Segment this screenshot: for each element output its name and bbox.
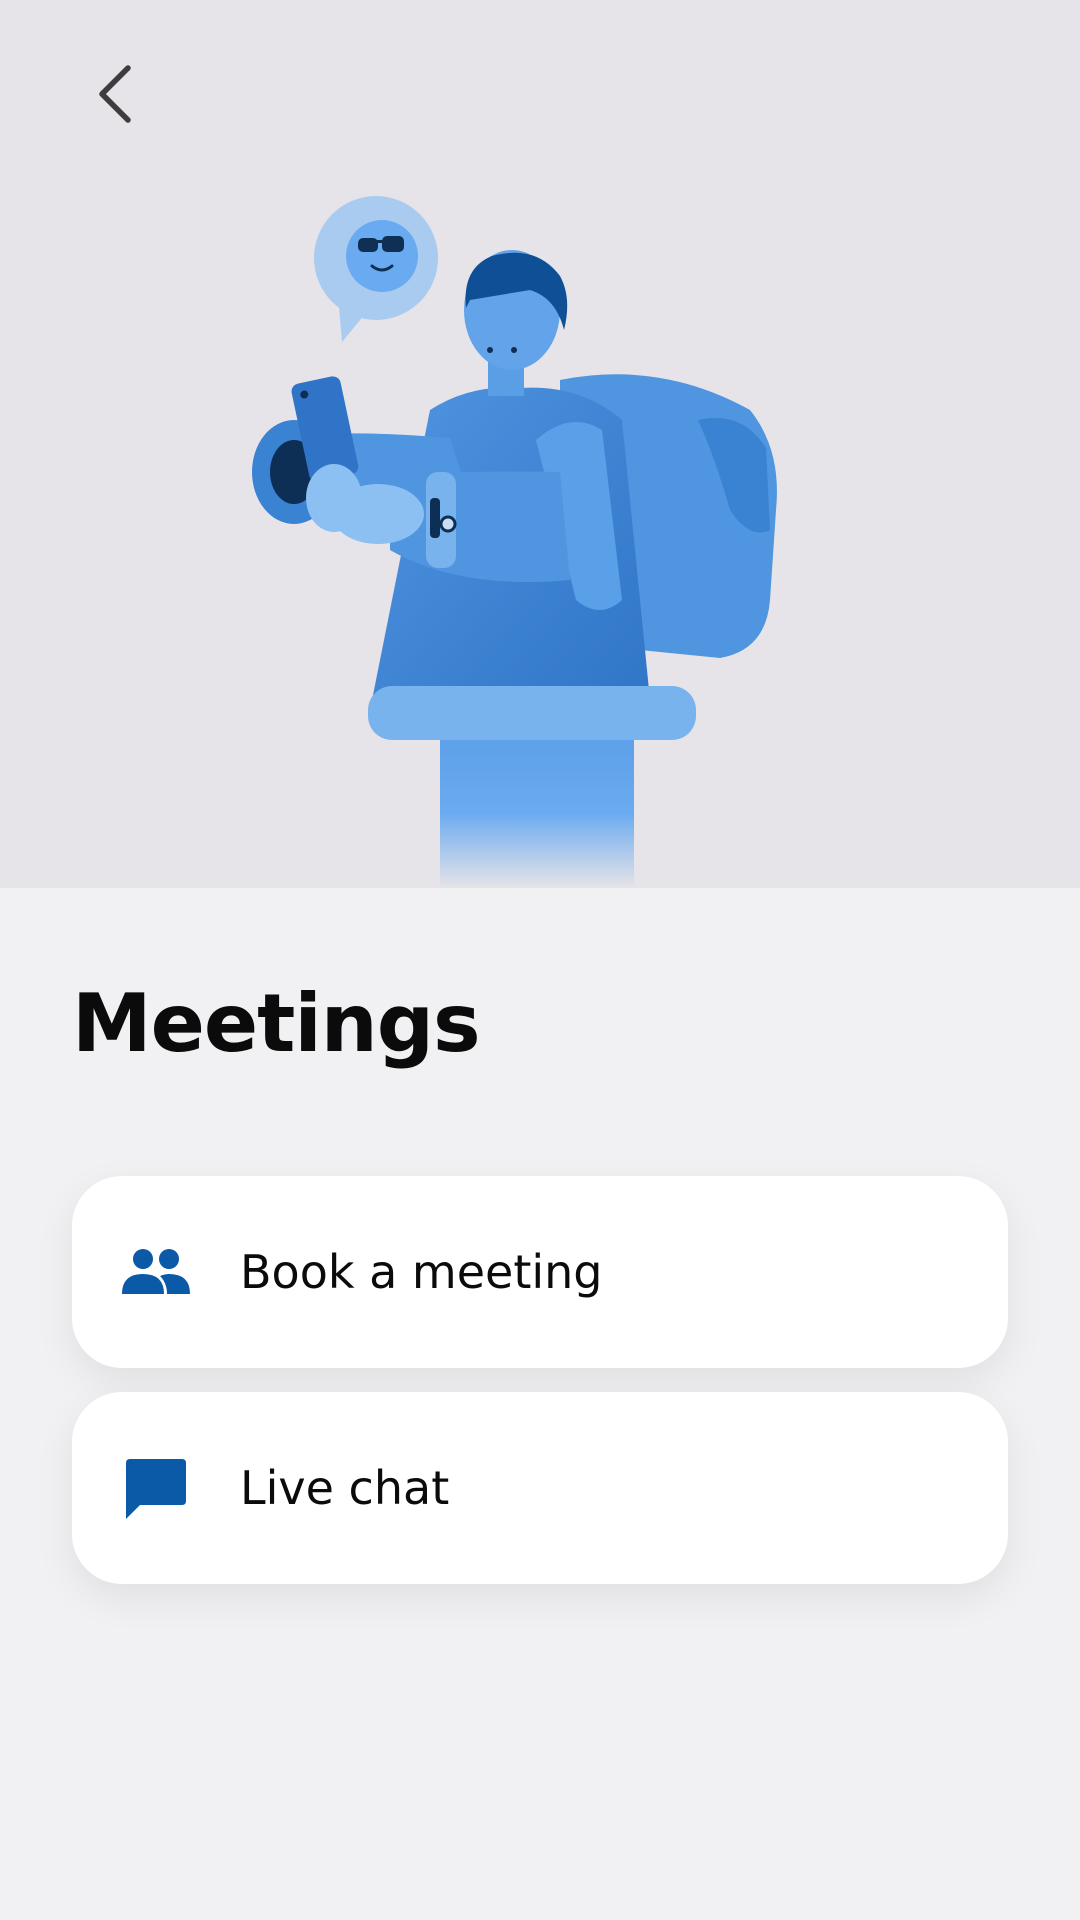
hero-banner [0,0,1080,888]
back-button[interactable] [72,52,156,136]
person-illustration [252,196,777,888]
live-chat-label: Live chat [240,1461,450,1515]
book-meeting-button[interactable]: Book a meeting [72,1176,1008,1368]
book-meeting-label: Book a meeting [240,1245,603,1299]
chat-bubble-icon [120,1452,192,1524]
live-chat-button[interactable]: Live chat [72,1392,1008,1584]
chevron-left-icon [99,65,131,123]
emoji-bubble [314,196,438,342]
people-icon [120,1236,192,1308]
page-title: Meetings [72,977,481,1070]
